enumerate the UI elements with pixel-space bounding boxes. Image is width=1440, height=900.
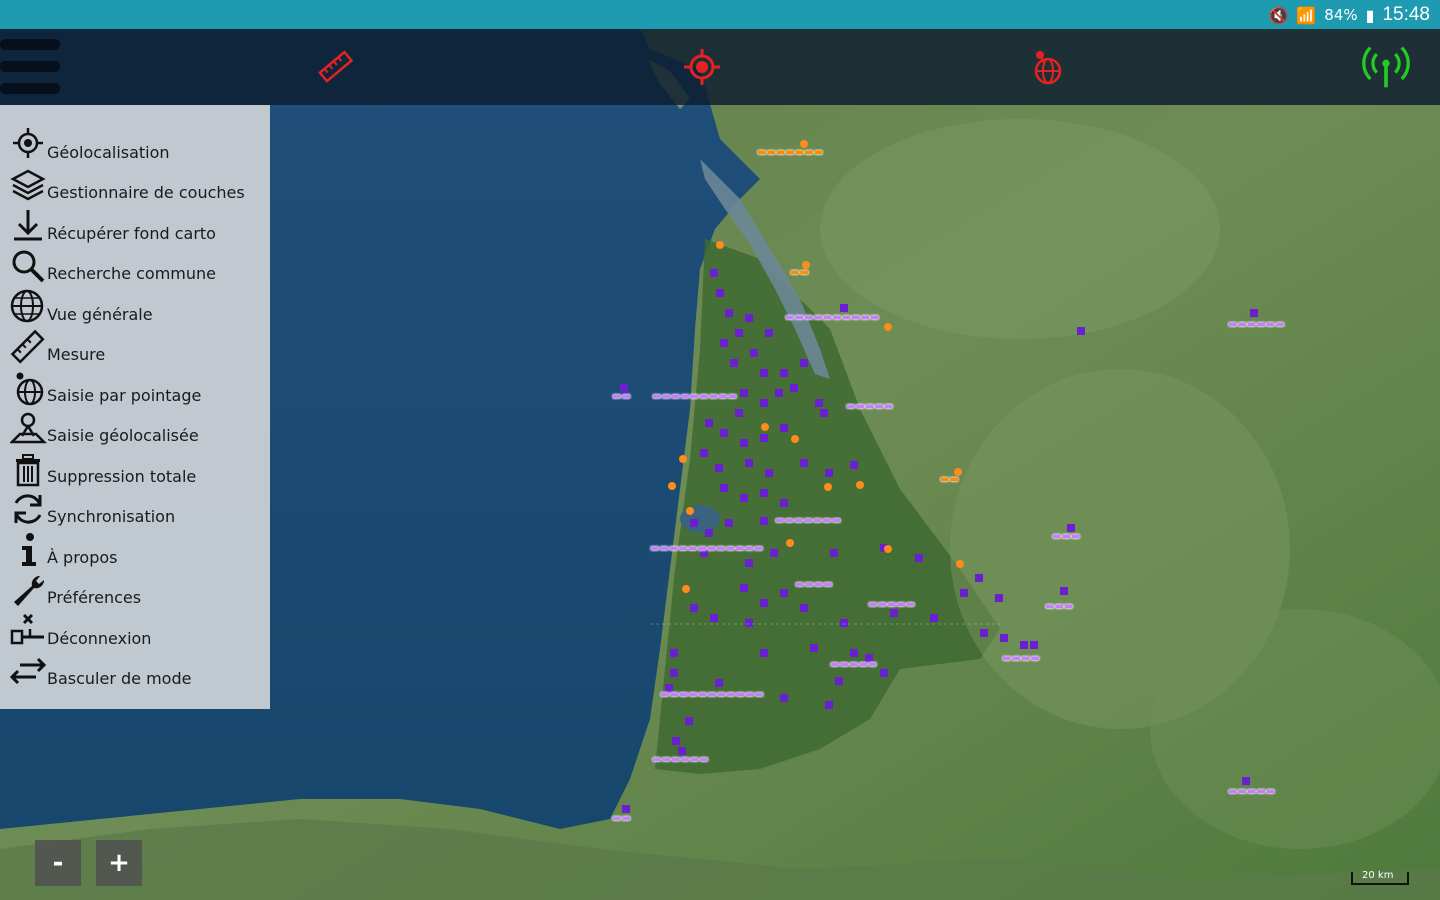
map-toolbar [0,29,1440,105]
point-entry-button[interactable] [1022,43,1070,91]
menu-item-label: Recherche commune [47,264,216,283]
signal-antenna-icon [1362,46,1410,88]
menu-button[interactable] [0,37,60,97]
menu-item-delete-all[interactable]: Suppression totale [0,449,270,489]
layers-icon [10,169,46,201]
map-place-label: ▬▬▬▬▬▬▬▬▬▬▬▬ [650,543,764,554]
map-place-label: ▬▬ [940,474,959,485]
scale-label: 20 km [1362,870,1394,881]
zoom-out-button[interactable]: - [35,840,81,886]
sync-icon [14,494,42,524]
map-place-label: ▬▬▬▬▬ [1228,786,1276,797]
point-entry-icon [16,372,44,406]
map-place-label: ▬▬▬▬▬▬▬ [757,147,824,158]
battery-icon: ▮ [1365,5,1375,25]
zoom-in-button[interactable]: + [96,840,142,886]
map-place-label: ▬▬▬▬ [795,579,833,590]
menu-item-search-commune[interactable]: Recherche commune [0,246,270,286]
menu-item-overview[interactable]: Vue générale [0,287,270,327]
map-place-label: ▬▬▬▬▬▬▬▬▬ [652,391,738,402]
map-place-label: ▬▬▬▬▬ [830,659,878,670]
globe-pin-icon [1034,51,1062,85]
menu-item-label: Préférences [47,588,142,607]
search-icon [12,250,45,283]
clock: 15:48 [1382,4,1430,25]
status-bar: 🔇 📶 84% ▮ 15:48 [0,0,1440,29]
battery-percent: 84% [1324,6,1358,24]
map-place-label: ▬▬▬▬▬▬▬▬▬▬▬ [660,689,764,700]
geolocate-button[interactable] [678,43,726,91]
menu-item-label: Géolocalisation [47,143,170,162]
map-place-label: ▬▬ [612,391,631,402]
map-place-label: ▬▬▬▬▬▬▬ [775,515,842,526]
map-place-label: ▬▬▬▬▬ [868,599,916,610]
menu-item-download-basemap[interactable]: Récupérer fond carto [0,206,270,246]
ruler-icon [10,329,45,364]
wifi-icon: 📶 [1296,5,1317,25]
geolocated-entry-icon [10,412,48,444]
mute-icon: 🔇 [1268,5,1289,25]
menu-item-label: Vue générale [47,305,153,324]
ruler-icon [318,50,354,83]
menu-item-label: Récupérer fond carto [47,224,216,243]
menu-item-label: Suppression totale [47,467,197,486]
globe-icon [10,289,44,323]
geolocation-icon [13,128,43,158]
map-place-label: ▬▬▬▬▬▬ [1228,319,1285,330]
menu-item-label: À propos [47,548,118,567]
menu-item-measure[interactable]: Mesure [0,327,270,367]
map-place-label: ▬▬▬ [1052,531,1081,542]
disconnect-icon [10,613,44,645]
menu-item-geolocated-entry[interactable]: Saisie géolocalisée [0,408,270,448]
menu-item-label: Synchronisation [47,507,176,526]
swap-icon [10,657,47,685]
side-menu: Géolocalisation Gestionnaire de couches … [0,105,270,709]
menu-item-layers[interactable]: Gestionnaire de couches [0,165,270,205]
menu-item-label: Basculer de mode [47,669,192,688]
wrench-icon [14,575,45,606]
menu-item-sync[interactable]: Synchronisation [0,489,270,529]
map-place-label: ▬▬ [612,813,631,824]
menu-item-point-entry[interactable]: Saisie par pointage [0,368,270,408]
download-icon [14,210,42,241]
menu-item-label: Gestionnaire de couches [47,183,245,202]
menu-item-logout[interactable]: Déconnexion [0,611,270,651]
scale-bar: 20 km [1350,868,1410,886]
menu-item-label: Mesure [47,345,106,364]
menu-item-label: Saisie par pointage [47,386,202,405]
menu-item-switch-mode[interactable]: Basculer de mode [0,651,270,691]
ruler-tool-button[interactable] [312,43,360,91]
trash-icon [16,454,40,487]
signal-status-button[interactable] [1362,43,1410,91]
info-icon [22,533,36,566]
menu-item-label: Déconnexion [47,629,152,648]
map-place-label: ▬▬▬▬ [1002,653,1040,664]
menu-item-geolocalisation[interactable]: Géolocalisation [0,125,270,165]
menu-item-label: Saisie géolocalisée [47,426,199,445]
map-place-label: ▬▬▬▬▬▬▬▬▬▬ [785,312,880,323]
map-place-label: ▬▬▬ [1045,601,1074,612]
map-place-label: ▬▬ [790,267,809,278]
menu-item-about[interactable]: À propos [0,530,270,570]
status-icons: 🔇 📶 84% ▮ 15:48 [1268,3,1430,27]
crosshair-icon [684,49,720,85]
map-place-label: ▬▬▬▬▬▬ [652,754,709,765]
map-place-label: ▬▬▬▬▬ [846,401,894,412]
menu-item-preferences[interactable]: Préférences [0,570,270,610]
